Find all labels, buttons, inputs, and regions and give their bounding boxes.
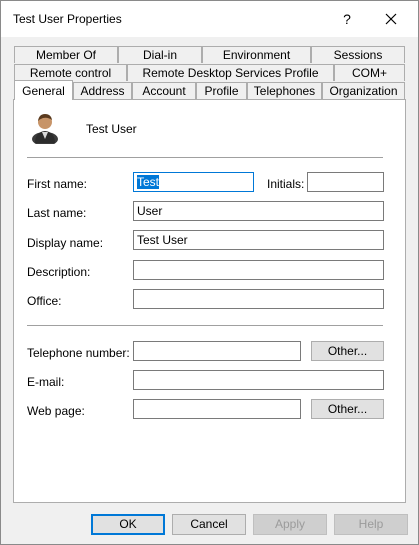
tab-label: Profile [204,84,239,98]
tab-label: COM+ [351,66,387,80]
tab-label: General [22,84,65,98]
tab-label: Account [142,84,186,98]
tab-label: Environment [222,48,291,62]
tab-label: Remote control [29,66,112,80]
tab-general[interactable]: General [14,80,73,100]
tab-remote-desktop-services-profile[interactable]: Remote Desktop Services Profile [127,64,334,81]
office-label: Office: [27,294,62,308]
user-icon [32,114,58,144]
web-page-other-button[interactable]: Other... [311,399,384,419]
first-name-value: Test [137,175,160,189]
first-name-field[interactable]: Test [133,172,254,192]
ok-button[interactable]: OK [91,514,165,535]
tab-label: Member Of [35,48,96,62]
tab-label: Remote Desktop Services Profile [142,66,319,80]
tab-dial-in[interactable]: Dial-in [118,46,202,63]
tab-label: Dial-in [142,48,177,62]
tab-sessions[interactable]: Sessions [311,46,405,63]
title-bar: Test User Properties ? [1,1,418,37]
display-name-label: Display name: [27,236,104,250]
user-display-name: Test User [86,122,137,136]
tab-label: Organization [329,84,398,98]
tab-profile[interactable]: Profile [196,82,247,99]
tab-account[interactable]: Account [132,82,196,99]
help-button[interactable]: Help [334,514,408,535]
tab-environment[interactable]: Environment [202,46,311,63]
general-tab-panel: Test User First name: Test Initials: Las… [13,99,406,503]
description-field[interactable] [133,260,384,280]
tab-label: Telephones [253,84,316,98]
tab-label: Sessions [333,48,383,62]
first-name-label: First name: [27,177,88,191]
web-page-field[interactable] [133,399,301,419]
tab-remote-control[interactable]: Remote control [14,64,127,81]
description-label: Description: [27,265,91,279]
last-name-field[interactable]: User [133,201,384,221]
telephone-other-button[interactable]: Other... [311,341,384,361]
close-button[interactable] [377,7,405,31]
window-title: Test User Properties [13,12,122,26]
telephone-label: Telephone number: [27,346,130,360]
close-icon [385,13,397,25]
tab-member-of[interactable]: Member Of [14,46,118,63]
help-title-button[interactable]: ? [335,7,359,31]
email-label: E-mail: [27,375,65,389]
last-name-label: Last name: [27,206,87,220]
tab-address[interactable]: Address [73,82,132,99]
properties-dialog: Test User Properties ? Member Of Dial-in… [0,0,419,545]
tab-telephones[interactable]: Telephones [247,82,322,99]
initials-label: Initials: [267,177,305,191]
telephone-field[interactable] [133,341,301,361]
separator [27,325,383,326]
office-field[interactable] [133,289,384,309]
tab-organization[interactable]: Organization [322,82,405,99]
display-name-field[interactable]: Test User [133,230,384,250]
separator [27,157,383,158]
tab-com-plus[interactable]: COM+ [334,64,405,81]
email-field[interactable] [133,370,384,390]
cancel-button[interactable]: Cancel [172,514,246,535]
web-page-label: Web page: [27,404,85,418]
initials-field[interactable] [307,172,384,192]
apply-button[interactable]: Apply [253,514,327,535]
tab-label: Address [80,84,125,98]
